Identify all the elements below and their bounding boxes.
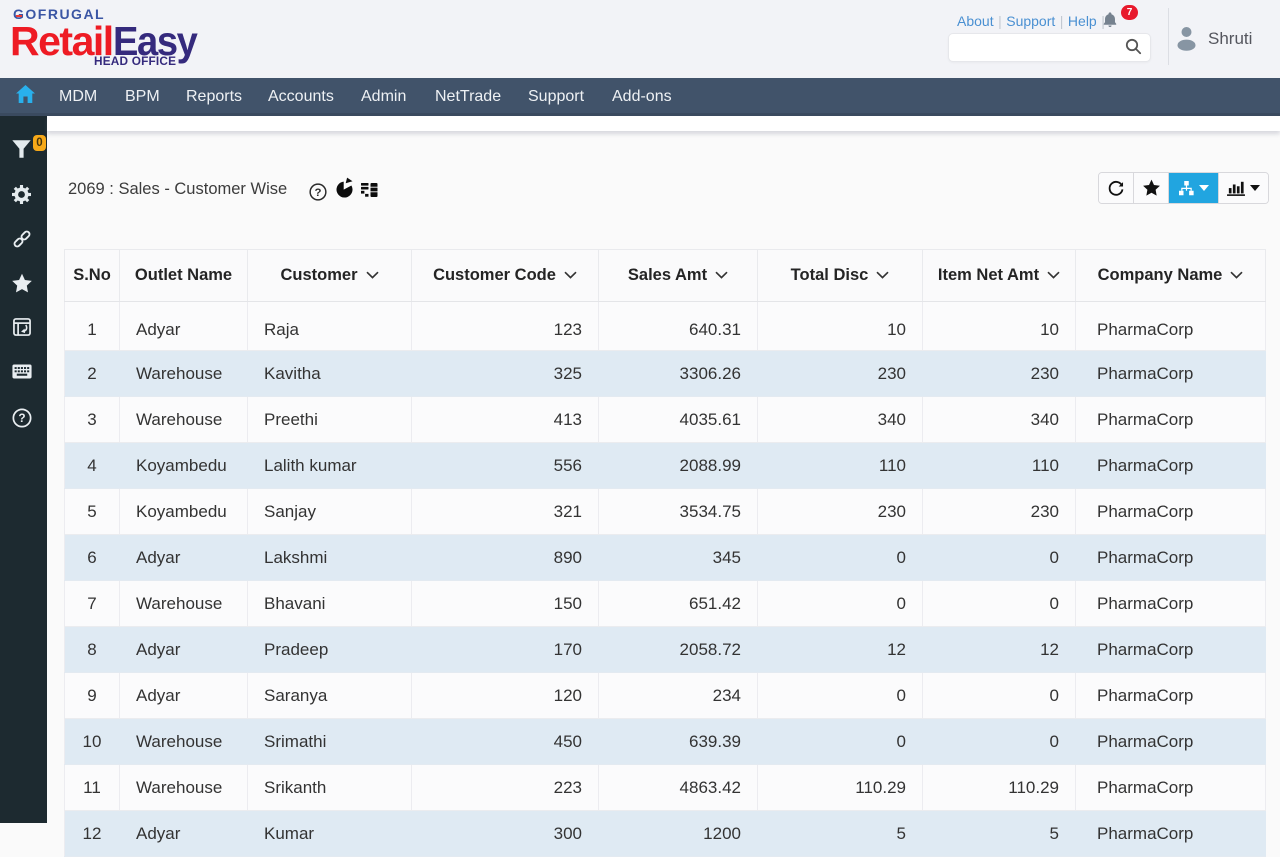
svg-text:?: ? [18,411,25,425]
svg-text:?: ? [315,187,322,199]
